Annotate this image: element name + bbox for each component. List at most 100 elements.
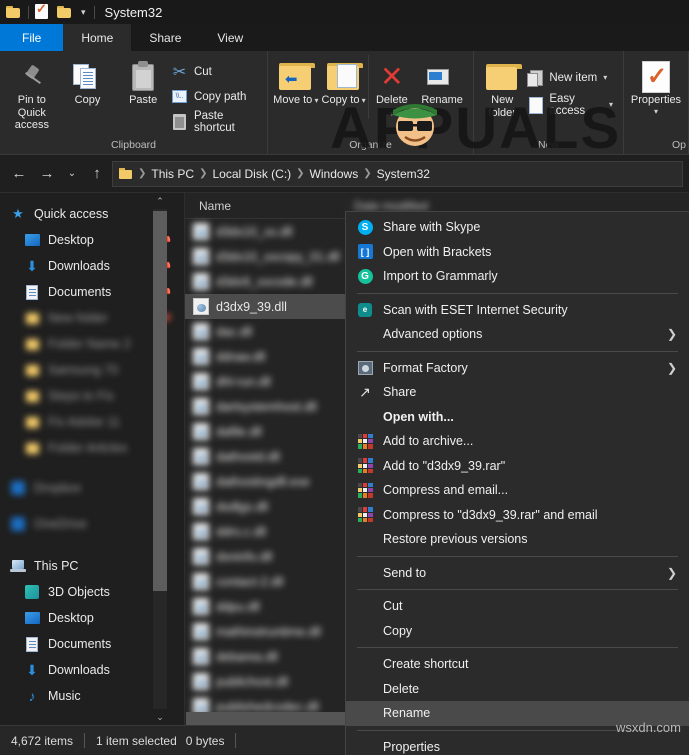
move-to-button[interactable]: ⬅ Move to ▾ (272, 55, 320, 107)
new-folder-button[interactable]: New folder (478, 55, 526, 119)
chevron-right-icon[interactable]: ❯ (667, 566, 677, 580)
status-selection: 1 item selected 0 bytes (85, 734, 235, 748)
dll-icon (193, 298, 209, 315)
scroll-up-arrow-icon[interactable]: ⌃ (153, 193, 167, 209)
status-item-count: 4,672 items (0, 734, 84, 748)
quick-access-folder-icon[interactable] (6, 4, 22, 20)
copy-path-button[interactable]: \\.. Copy path (171, 86, 263, 107)
copy-path-label: Copy path (194, 91, 246, 103)
paste-shortcut-button[interactable]: Paste shortcut (171, 111, 263, 132)
new-item-button[interactable]: New item ▾ (526, 67, 619, 88)
chevron-right-icon[interactable]: ❯ (667, 327, 677, 341)
easy-access-button[interactable]: Easy access ▾ (526, 94, 619, 115)
menu-item-import-to-grammarly[interactable]: G Import to Grammarly (346, 264, 689, 289)
copy-to-label: Copy to (322, 94, 360, 106)
menu-item-share[interactable]: ↗ Share (346, 380, 689, 405)
menu-item-copy[interactable]: Copy (346, 619, 689, 644)
menu-item-open-with[interactable]: Open with... (346, 405, 689, 430)
new-item-caret-icon[interactable]: ▾ (603, 73, 607, 82)
copy-to-button[interactable]: Copy to ▾ (320, 55, 368, 107)
folder-icon (24, 440, 40, 456)
forward-button[interactable]: → (34, 161, 60, 187)
scroll-down-arrow-icon[interactable]: ⌄ (153, 709, 167, 725)
breadcrumb-item-windows[interactable]: Windows (310, 167, 359, 181)
quick-access-dropdown-caret[interactable]: ▾ (79, 8, 88, 17)
cut-button[interactable]: ✂ Cut (171, 61, 263, 82)
sidebar-item-label: New folder (48, 311, 108, 325)
menu-item-compress-to-rar-and-email[interactable]: Compress to "d3dx9_39.rar" and email (346, 503, 689, 528)
move-to-label: Move to (273, 94, 312, 106)
file-row-selected[interactable]: d3dx9_39.dll (185, 294, 350, 319)
tab-file[interactable]: File (0, 24, 63, 51)
paste-shortcut-icon (171, 113, 188, 130)
breadcrumb-item-local-disk[interactable]: Local Disk (C:) (212, 167, 291, 181)
breadcrumb-separator: ❯ (199, 168, 207, 179)
back-button[interactable]: ← (6, 161, 32, 187)
column-header-name[interactable]: Name (185, 199, 345, 213)
properties-button[interactable]: Properties ▾ (628, 55, 684, 116)
menu-separator (357, 647, 678, 648)
easy-access-caret-icon[interactable]: ▾ (609, 100, 613, 109)
paste-button[interactable]: Paste (115, 55, 171, 107)
menu-item-advanced-options[interactable]: Advanced options ❯ (346, 322, 689, 347)
pin-to-quick-access-button[interactable]: Pin to Quick access (4, 55, 60, 132)
recent-locations-button[interactable]: ⌄ (62, 161, 82, 187)
grammarly-icon: G (357, 268, 373, 284)
menu-item-format-factory[interactable]: Format Factory ❯ (346, 356, 689, 381)
menu-item-share-with-skype[interactable]: S Share with Skype (346, 215, 689, 240)
copy-button[interactable]: Copy (60, 55, 116, 107)
menu-item-create-shortcut[interactable]: Create shortcut (346, 652, 689, 677)
easy-access-icon (526, 96, 543, 113)
menu-item-label: Open with Brackets (383, 245, 491, 259)
menu-item-add-to-rar[interactable]: Add to "d3dx9_39.rar" (346, 454, 689, 479)
breadcrumb-separator: ❯ (363, 168, 371, 179)
up-button[interactable]: ↑ (84, 161, 110, 187)
sidebar-item-label: 3D Objects (48, 585, 110, 599)
tab-view[interactable]: View (199, 24, 261, 51)
winrar-icon (357, 458, 373, 474)
sidebar-item-label: Documents (48, 285, 111, 299)
breadcrumb-item-system32[interactable]: System32 (377, 167, 430, 181)
dll-icon (193, 323, 209, 340)
menu-item-send-to[interactable]: Send to ❯ (346, 561, 689, 586)
rename-icon (427, 60, 457, 94)
window-title: System32 (105, 5, 163, 20)
menu-item-add-to-archive[interactable]: Add to archive... (346, 429, 689, 454)
ribbon-tab-strip: File Home Share View (0, 24, 689, 51)
menu-item-delete[interactable]: Delete (346, 677, 689, 702)
menu-item-restore-previous-versions[interactable]: Restore previous versions (346, 527, 689, 552)
menu-item-label: Add to archive... (383, 434, 473, 448)
file-name: d3dx10_xxcopy_01.dll (216, 250, 340, 264)
menu-item-label: Scan with ESET Internet Security (383, 303, 568, 317)
menu-item-scan-with-eset[interactable]: e Scan with ESET Internet Security (346, 298, 689, 323)
cloud-icon (10, 516, 26, 532)
chevron-right-icon[interactable]: ❯ (667, 361, 677, 375)
menu-item-cut[interactable]: Cut (346, 594, 689, 619)
file-name: dafile.dll (216, 425, 262, 439)
quick-access-properties-icon[interactable] (35, 4, 51, 20)
breadcrumb-item-this-pc[interactable]: This PC (151, 167, 194, 181)
file-name: publichost.dll (216, 675, 288, 689)
move-to-caret-icon[interactable]: ▾ (312, 96, 318, 105)
menu-item-properties[interactable]: Properties (346, 735, 689, 755)
copy-label: Copy (75, 94, 101, 107)
tab-share[interactable]: Share (131, 24, 199, 51)
properties-caret-icon[interactable]: ▾ (654, 107, 658, 116)
tab-home[interactable]: Home (63, 24, 131, 51)
copy-to-caret-icon[interactable]: ▾ (359, 96, 365, 105)
scrollbar-thumb[interactable] (153, 211, 167, 591)
quick-access-new-folder-icon[interactable] (57, 4, 73, 20)
file-name: ddrs.c.dll (216, 525, 266, 539)
status-selection-label: 1 item selected (96, 734, 177, 748)
scrollbar-thumb[interactable] (186, 712, 356, 725)
status-selection-size: 0 bytes (186, 734, 225, 748)
group-label-clipboard: Clipboard (0, 139, 267, 154)
navigation-pane-scrollbar[interactable]: ⌃ ⌄ (153, 193, 167, 725)
sidebar-item-label: Samsung 70 (48, 363, 118, 377)
breadcrumb[interactable]: ❯ This PC ❯ Local Disk (C:) ❯ Windows ❯ … (112, 161, 683, 187)
qat-divider (28, 6, 29, 19)
menu-item-open-with-brackets[interactable]: [ ] Open with Brackets (346, 240, 689, 265)
status-divider-2 (235, 733, 236, 748)
sidebar-item-label: Desktop (48, 233, 94, 247)
menu-item-compress-and-email[interactable]: Compress and email... (346, 478, 689, 503)
